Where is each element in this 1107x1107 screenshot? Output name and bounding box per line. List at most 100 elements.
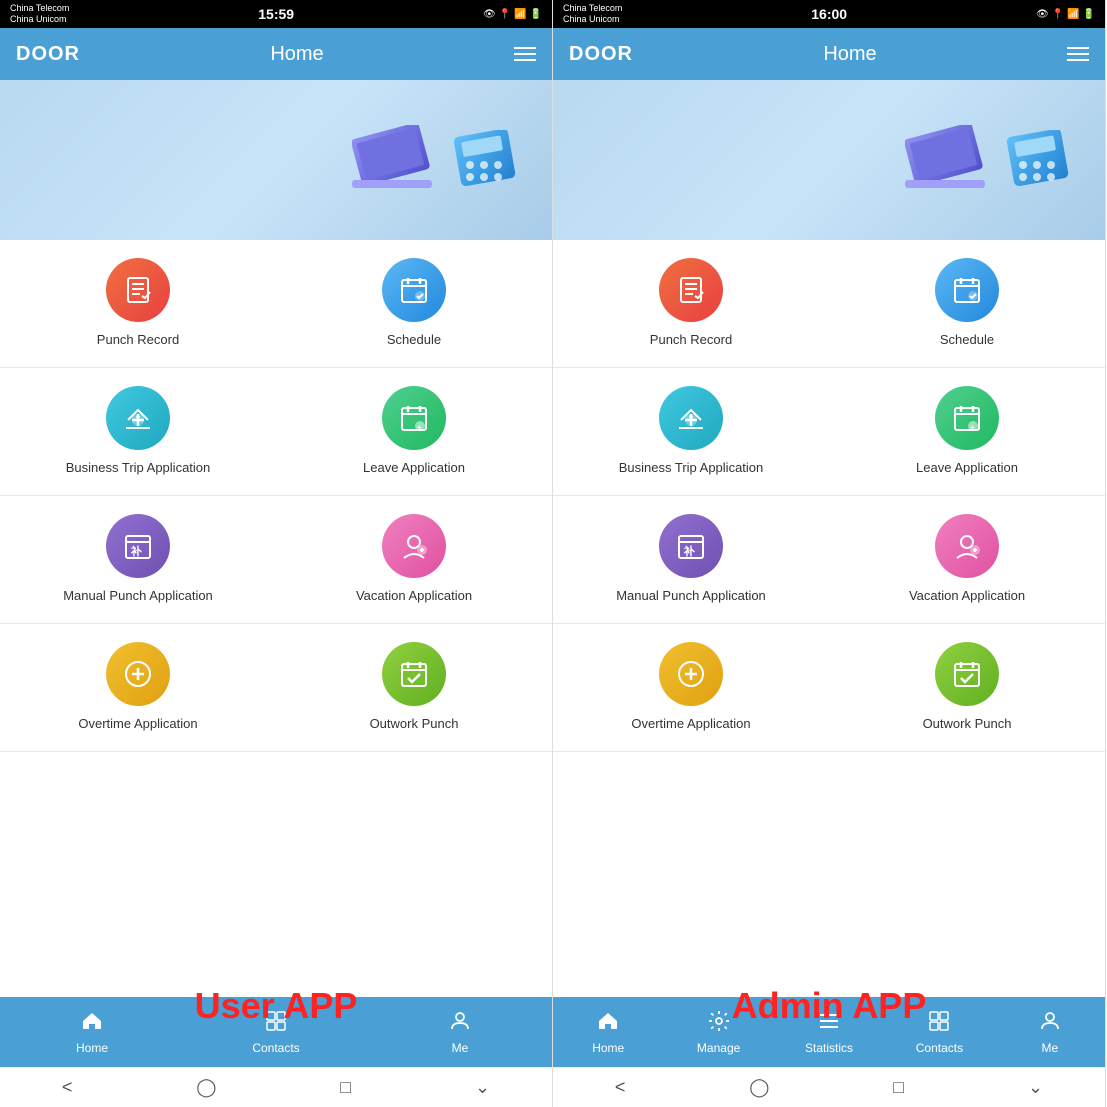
svg-text:补: 补	[130, 544, 142, 558]
status-bar-right: China Telecom China Unicom 16:00 👁📍📶🔋	[553, 0, 1105, 28]
outwork-icon-right	[935, 642, 999, 706]
schedule-item-right[interactable]: Schedule	[829, 240, 1105, 367]
vacation-label-left: Vacation Application	[356, 588, 472, 605]
back-btn-right[interactable]: <	[615, 1077, 626, 1098]
laptop-icon-right	[905, 125, 995, 195]
manual-punch-label-left: Manual Punch Application	[63, 588, 213, 605]
menu-row-1-right: Punch Record Schedule	[553, 240, 1105, 368]
banner-illustration-right	[905, 125, 1075, 195]
time-left: 15:59	[258, 6, 294, 22]
app-label-left: User APP	[0, 985, 552, 1027]
schedule-label-right: Schedule	[940, 332, 994, 349]
schedule-icon-right	[935, 258, 999, 322]
app-label-right: Admin APP	[553, 985, 1105, 1027]
punch-record-item-left[interactable]: Punch Record	[0, 240, 276, 367]
app-logo-left: DOOR	[16, 43, 80, 66]
manual-punch-icon-right: 补	[659, 514, 723, 578]
overtime-icon-right	[659, 642, 723, 706]
hamburger-line1-r	[1067, 47, 1089, 49]
leave-label-left: Leave Application	[363, 460, 465, 477]
carrier2-right: China Unicom	[563, 14, 622, 25]
nav-me-label-left: Me	[452, 1041, 469, 1055]
svg-text:+: +	[417, 423, 422, 432]
leave-icon-left: +	[382, 386, 446, 450]
nav-manage-label-right: Manage	[697, 1041, 740, 1055]
home-btn-right[interactable]: ◯	[749, 1077, 769, 1098]
carrier1-left: China Telecom	[10, 3, 69, 14]
app-title-right: Home	[823, 43, 876, 66]
menu-row-2-left: Business Trip Application + Leave Applic…	[0, 368, 552, 496]
hamburger-line2	[514, 53, 536, 55]
outwork-item-right[interactable]: Outwork Punch	[829, 624, 1105, 751]
vacation-item-right[interactable]: Vacation Application	[829, 496, 1105, 623]
leave-item-left[interactable]: + Leave Application	[276, 368, 552, 495]
punch-record-label-right: Punch Record	[650, 332, 732, 349]
business-trip-icon-right	[659, 386, 723, 450]
menu-row-3-left: 补 Manual Punch Application Vacation Appl…	[0, 496, 552, 624]
status-icons-left: 👁📍📶🔋	[483, 9, 542, 20]
right-phone-panel: China Telecom China Unicom 16:00 👁📍📶🔋 DO…	[553, 0, 1106, 1107]
overtime-label-right: Overtime Application	[631, 716, 750, 733]
hamburger-line1	[514, 47, 536, 49]
leave-item-right[interactable]: + Leave Application	[829, 368, 1105, 495]
business-trip-item-left[interactable]: Business Trip Application	[0, 368, 276, 495]
menu-button-right[interactable]	[1067, 47, 1089, 61]
square-btn-right[interactable]: □	[893, 1077, 904, 1098]
menu-button-left[interactable]	[514, 47, 536, 61]
nav-contacts-label-right: Contacts	[916, 1041, 963, 1055]
punch-record-item-right[interactable]: Punch Record	[553, 240, 829, 367]
vacation-icon-left	[382, 514, 446, 578]
menu-row-3-right: 补 Manual Punch Application Vacation Appl…	[553, 496, 1105, 624]
schedule-icon-left	[382, 258, 446, 322]
leave-icon-right: +	[935, 386, 999, 450]
business-trip-icon-left	[106, 386, 170, 450]
punch-record-label-left: Punch Record	[97, 332, 179, 349]
svg-text:+: +	[970, 423, 975, 432]
manual-punch-icon-left: 补	[106, 514, 170, 578]
banner-left	[0, 80, 552, 240]
outwork-label-right: Outwork Punch	[923, 716, 1012, 733]
nav-contacts-label-left: Contacts	[252, 1041, 299, 1055]
menu-grid-right: Punch Record Schedule Business Trip Appl…	[553, 240, 1105, 997]
square-btn-left[interactable]: □	[340, 1077, 351, 1098]
status-bar-left: China Telecom China Unicom 15:59 👁📍📶🔋	[0, 0, 552, 28]
carrier1-right: China Telecom	[563, 3, 622, 14]
hamburger-line3-r	[1067, 59, 1089, 61]
hamburger-line2-r	[1067, 53, 1089, 55]
vacation-item-left[interactable]: Vacation Application	[276, 496, 552, 623]
overtime-label-left: Overtime Application	[78, 716, 197, 733]
overtime-item-left[interactable]: Overtime Application	[0, 624, 276, 751]
punch-record-icon-right	[659, 258, 723, 322]
manual-punch-item-right[interactable]: 补 Manual Punch Application	[553, 496, 829, 623]
business-trip-item-right[interactable]: Business Trip Application	[553, 368, 829, 495]
leave-label-right: Leave Application	[916, 460, 1018, 477]
business-trip-label-right: Business Trip Application	[619, 460, 764, 477]
home-btn-left[interactable]: ◯	[196, 1077, 216, 1098]
menu-row-4-right: Overtime Application Outwork Punch	[553, 624, 1105, 752]
left-phone-panel: China Telecom China Unicom 15:59 👁📍📶🔋 DO…	[0, 0, 553, 1107]
carrier2-left: China Unicom	[10, 14, 69, 25]
schedule-item-left[interactable]: Schedule	[276, 240, 552, 367]
schedule-label-left: Schedule	[387, 332, 441, 349]
menu-row-2-right: Business Trip Application + Leave Applic…	[553, 368, 1105, 496]
time-right: 16:00	[811, 6, 847, 22]
overtime-icon-left	[106, 642, 170, 706]
svg-text:补: 补	[683, 544, 695, 558]
nav-me-label-right: Me	[1041, 1041, 1058, 1055]
back-btn-left[interactable]: <	[62, 1077, 73, 1098]
punch-record-icon-left	[106, 258, 170, 322]
vacation-label-right: Vacation Application	[909, 588, 1025, 605]
menu-grid-left: Punch Record Schedule Business Trip Appl…	[0, 240, 552, 997]
menu-row-4-left: Overtime Application Outwork Punch	[0, 624, 552, 752]
overtime-item-right[interactable]: Overtime Application	[553, 624, 829, 751]
down-btn-left[interactable]: ⌄	[475, 1077, 490, 1098]
outwork-item-left[interactable]: Outwork Punch	[276, 624, 552, 751]
laptop-icon-left	[352, 125, 442, 195]
app-bar-right: DOOR Home	[553, 28, 1105, 80]
nav-home-label-right: Home	[592, 1041, 624, 1055]
app-logo-right: DOOR	[569, 43, 633, 66]
manual-punch-item-left[interactable]: 补 Manual Punch Application	[0, 496, 276, 623]
down-btn-right[interactable]: ⌄	[1028, 1077, 1043, 1098]
banner-right	[553, 80, 1105, 240]
nav-statistics-label-right: Statistics	[805, 1041, 853, 1055]
